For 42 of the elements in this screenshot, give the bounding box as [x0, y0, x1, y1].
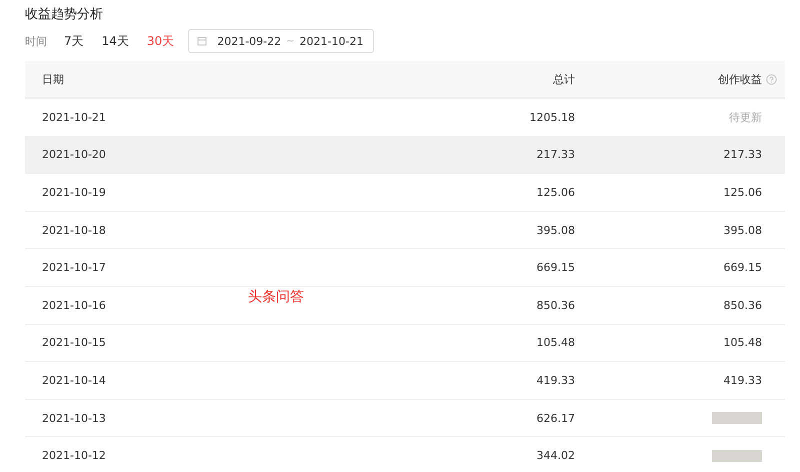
table-cell: 2021-10-17 [42, 261, 106, 274]
table-cell: 105.48 [536, 336, 575, 350]
help-icon[interactable] [766, 74, 777, 84]
column-header: 日期 [42, 72, 64, 86]
table-cell: 395.08 [724, 224, 762, 237]
table-cell: 344.02 [536, 449, 575, 462]
date-range-field[interactable]: 2021-09-22 ~ 2021-10-21 [188, 29, 374, 53]
table-cell: 217.33 [536, 148, 575, 162]
section-title: 收益趋势分析 [25, 6, 104, 24]
table-cell: 2021-10-14 [42, 374, 106, 387]
range-tab[interactable]: 7天 [64, 32, 84, 50]
filter-label: 时间 [25, 34, 47, 48]
table-cell: 217.33 [724, 148, 762, 162]
table-cell: 850.36 [724, 298, 762, 312]
table-cell: 2021-10-13 [42, 412, 106, 425]
table-cell: 2021-10-16 [42, 298, 106, 312]
table-cell: 2021-10-20 [42, 148, 106, 162]
table-cell: 105.48 [724, 336, 762, 350]
blurred-value [712, 412, 762, 424]
column-header: 总计 [553, 72, 575, 86]
range-tab[interactable]: 14天 [102, 32, 129, 50]
table-cell: 1205.18 [530, 110, 575, 124]
table-cell: 2021-10-15 [42, 336, 106, 350]
table-cell: 419.33 [724, 374, 762, 387]
annotation-label: 头条问答 [248, 288, 304, 306]
blurred-value [712, 450, 762, 462]
table-cell: 850.36 [536, 298, 575, 312]
column-header: 创作收益 [718, 72, 762, 86]
table-cell: 125.06 [724, 186, 762, 199]
range-tab[interactable]: 30天 [146, 32, 174, 50]
table-cell: 2021-10-19 [42, 186, 106, 199]
table-cell: 669.15 [536, 261, 575, 274]
table-cell: 669.15 [724, 261, 762, 274]
table-cell: 125.06 [536, 186, 575, 199]
table-cell: 2021-10-21 [42, 110, 106, 124]
calendar-icon [197, 36, 208, 46]
table-cell: 2021-10-12 [42, 449, 106, 462]
table-cell: 2021-10-18 [42, 224, 106, 237]
table-cell: 395.08 [536, 224, 575, 237]
table-cell: 419.33 [536, 374, 575, 387]
status-text: 待更新 [729, 110, 762, 125]
table-cell: 626.17 [536, 412, 575, 425]
